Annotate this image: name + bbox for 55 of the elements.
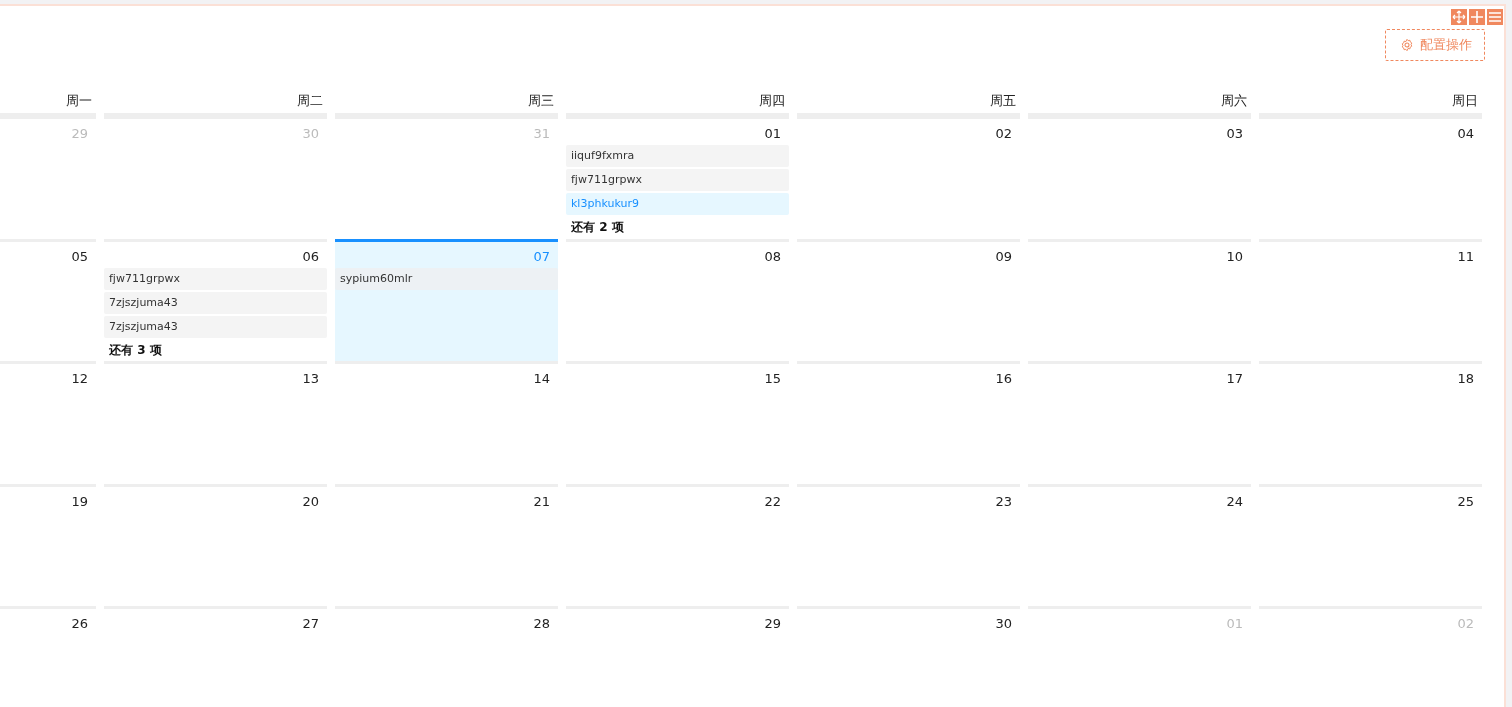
weekday-label: 周六 [1221, 93, 1247, 108]
weekday-label: 周五 [990, 93, 1016, 108]
day-number: 04 [1457, 126, 1474, 141]
day-number: 13 [302, 371, 319, 386]
more-link[interactable]: 还有 2 项 [566, 217, 789, 237]
day-number: 30 [995, 616, 1012, 631]
weekday-label: 周日 [1452, 93, 1478, 108]
weekday-label: 周二 [297, 93, 323, 108]
day-number: 29 [71, 126, 88, 141]
day-number: 07 [533, 248, 550, 264]
day-number: 23 [995, 493, 1012, 509]
day-number: 16 [995, 371, 1012, 386]
event-item[interactable]: sypium60mlr [335, 267, 558, 290]
menu-icon[interactable] [1487, 9, 1503, 25]
day-number: 05 [71, 248, 88, 264]
day-number: 02 [1457, 616, 1474, 631]
day-number: 28 [533, 616, 550, 631]
settings-icon [1400, 38, 1414, 52]
day-number: 10 [1226, 248, 1243, 264]
day-number: 19 [71, 493, 88, 509]
move-icon[interactable] [1451, 9, 1467, 25]
day-number: 02 [995, 126, 1012, 141]
day-number: 25 [1457, 493, 1474, 509]
weekday-label: 周三 [528, 93, 554, 108]
event-item[interactable]: fjw711grpwx [566, 169, 789, 191]
more-link[interactable]: 还有 3 项 [104, 339, 327, 360]
weekday-label: 周四 [759, 93, 785, 108]
day-number: 27 [302, 616, 319, 631]
event-item[interactable]: 7zjszjuma43 [104, 291, 327, 314]
day-number: 08 [764, 248, 781, 264]
day-number: 22 [764, 493, 781, 509]
day-number: 24 [1226, 493, 1243, 509]
event-item[interactable]: fjw711grpwx [104, 267, 327, 290]
event-item[interactable]: 7zjszjuma43 [104, 315, 327, 338]
day-number: 03 [1226, 126, 1243, 141]
day-number: 31 [533, 126, 550, 141]
day-number: 11 [1457, 248, 1474, 264]
day-cell[interactable]: 07 sypium60mlr [335, 238, 558, 361]
plus-icon[interactable] [1469, 9, 1485, 25]
day-number: 06 [302, 248, 319, 264]
day-number: 17 [1226, 371, 1243, 386]
day-number: 21 [533, 493, 550, 509]
day-number: 30 [302, 126, 319, 141]
day-number: 18 [1457, 371, 1474, 386]
day-number: 20 [302, 493, 319, 509]
day-number: 01 [1226, 616, 1243, 631]
day-number: 12 [71, 371, 88, 386]
day-number: 15 [764, 371, 781, 386]
day-number: 14 [533, 371, 550, 386]
weekday-label: 周一 [66, 93, 92, 108]
day-number: 01 [764, 126, 781, 141]
day-number: 29 [764, 616, 781, 631]
day-number: 09 [995, 248, 1012, 264]
day-number: 26 [71, 616, 88, 631]
event-item[interactable]: iiquf9fxmra [566, 145, 789, 167]
